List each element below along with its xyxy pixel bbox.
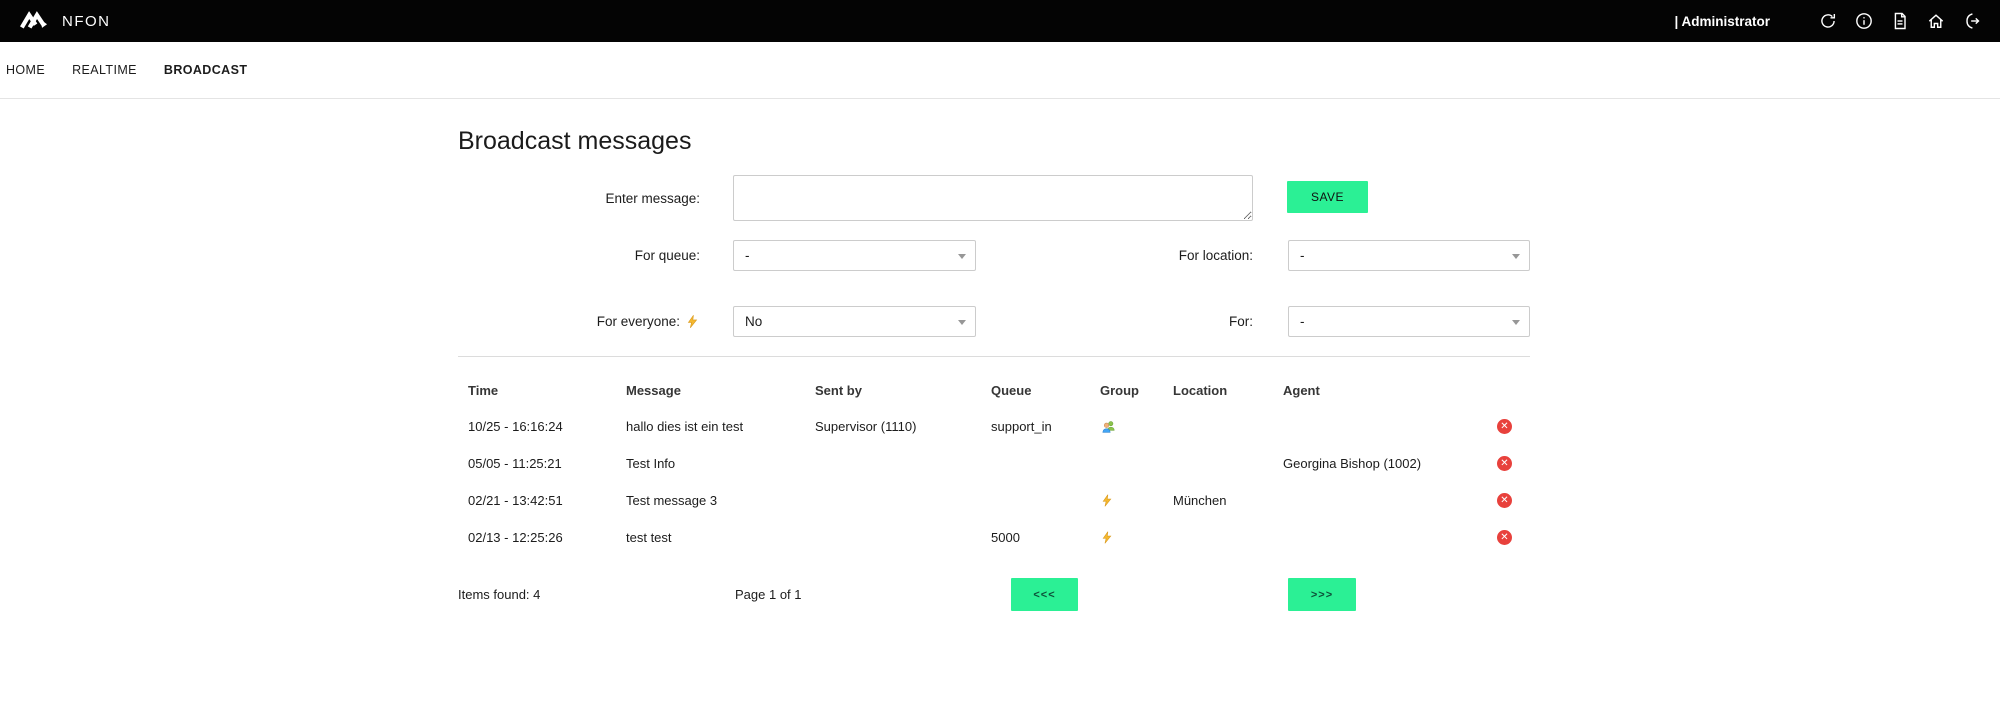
cell-location: München [1173, 493, 1283, 508]
logged-in-user: | Administrator [1674, 14, 1770, 29]
home-icon[interactable] [1926, 11, 1946, 31]
col-sent-by: Sent by [815, 383, 991, 398]
cell-agent: Georgina Bishop (1002) [1283, 456, 1490, 471]
brand-name: NFON [62, 13, 111, 30]
cell-message: hallo dies ist ein test [626, 419, 815, 434]
chevron-down-icon [958, 254, 966, 259]
delete-icon[interactable]: ✕ [1497, 456, 1512, 471]
for-select[interactable]: - [1288, 306, 1530, 337]
broadcast-form: Enter message: SAVE For queue: - For loc… [458, 175, 1530, 337]
for-queue-label: For queue: [458, 248, 733, 263]
cell-queue: 5000 [991, 530, 1100, 545]
lightning-icon [685, 314, 700, 329]
page-title: Broadcast messages [458, 127, 1530, 156]
enter-message-label: Enter message: [458, 175, 733, 206]
for-location-select[interactable]: - [1288, 240, 1530, 271]
cell-sent-by: Supervisor (1110) [815, 419, 991, 434]
chevron-down-icon [958, 320, 966, 325]
nav-item-realtime[interactable]: REALTIME [72, 63, 137, 77]
chevron-down-icon [1512, 254, 1520, 259]
prev-page-button[interactable]: <<< [1011, 578, 1078, 611]
page-info-label: Page 1 of 1 [735, 587, 1011, 602]
nfon-logo-icon [20, 10, 53, 32]
cell-time: 05/05 - 11:25:21 [468, 456, 626, 471]
table-row: 02/13 - 12:25:26 test test 5000 ✕ [458, 519, 1530, 556]
table-row: 05/05 - 11:25:21 Test Info Georgina Bish… [458, 445, 1530, 482]
broadcast-table: Time Message Sent by Queue Group Locatio… [458, 356, 1530, 611]
save-button[interactable]: SAVE [1287, 181, 1368, 213]
for-queue-value: - [745, 248, 750, 263]
nav-item-home[interactable]: HOME [6, 63, 45, 77]
col-time: Time [468, 383, 626, 398]
cell-time: 02/13 - 12:25:26 [468, 530, 626, 545]
table-header: Time Message Sent by Queue Group Locatio… [458, 373, 1530, 408]
delete-icon[interactable]: ✕ [1497, 493, 1512, 508]
next-page-button[interactable]: >>> [1288, 578, 1356, 611]
logout-icon[interactable] [1962, 11, 1982, 31]
for-everyone-label: For everyone: [458, 314, 733, 329]
col-group: Group [1100, 383, 1173, 398]
broadcast-page: Broadcast messages Enter message: SAVE F… [458, 127, 1530, 611]
for-queue-select[interactable]: - [733, 240, 976, 271]
main-nav: HOME REALTIME BROADCAST [0, 42, 2000, 99]
info-icon[interactable] [1854, 11, 1874, 31]
col-agent: Agent [1283, 383, 1490, 398]
cell-message: test test [626, 530, 815, 545]
table-footer: Items found: 4 Page 1 of 1 <<< >>> [458, 578, 1530, 611]
col-queue: Queue [991, 383, 1100, 398]
cell-time: 02/21 - 13:42:51 [468, 493, 626, 508]
cell-message: Test Info [626, 456, 815, 471]
group-icon [1100, 419, 1173, 435]
top-bar: NFON | Administrator [0, 0, 2000, 42]
col-message: Message [626, 383, 815, 398]
nav-item-broadcast[interactable]: BROADCAST [164, 63, 247, 77]
for-everyone-label-text: For everyone: [597, 314, 680, 329]
for-location-label: For location: [976, 248, 1253, 263]
for-value: - [1300, 314, 1305, 329]
col-location: Location [1173, 383, 1283, 398]
refresh-icon[interactable] [1818, 11, 1838, 31]
message-input[interactable] [733, 175, 1253, 221]
chevron-down-icon [1512, 320, 1520, 325]
lightning-icon [1100, 530, 1173, 545]
cell-message: Test message 3 [626, 493, 815, 508]
cell-time: 10/25 - 16:16:24 [468, 419, 626, 434]
delete-icon[interactable]: ✕ [1497, 419, 1512, 434]
table-row: 02/21 - 13:42:51 Test message 3 München … [458, 482, 1530, 519]
table-row: 10/25 - 16:16:24 hallo dies ist ein test… [458, 408, 1530, 445]
for-everyone-select[interactable]: No [733, 306, 976, 337]
lightning-icon [1100, 493, 1173, 508]
for-everyone-value: No [745, 314, 762, 329]
delete-icon[interactable]: ✕ [1497, 530, 1512, 545]
items-found-label: Items found: 4 [458, 587, 735, 602]
nfon-logo: NFON [20, 10, 111, 32]
for-location-value: - [1300, 248, 1305, 263]
cell-queue: support_in [991, 419, 1100, 434]
for-label: For: [976, 314, 1253, 329]
document-icon[interactable] [1890, 11, 1910, 31]
